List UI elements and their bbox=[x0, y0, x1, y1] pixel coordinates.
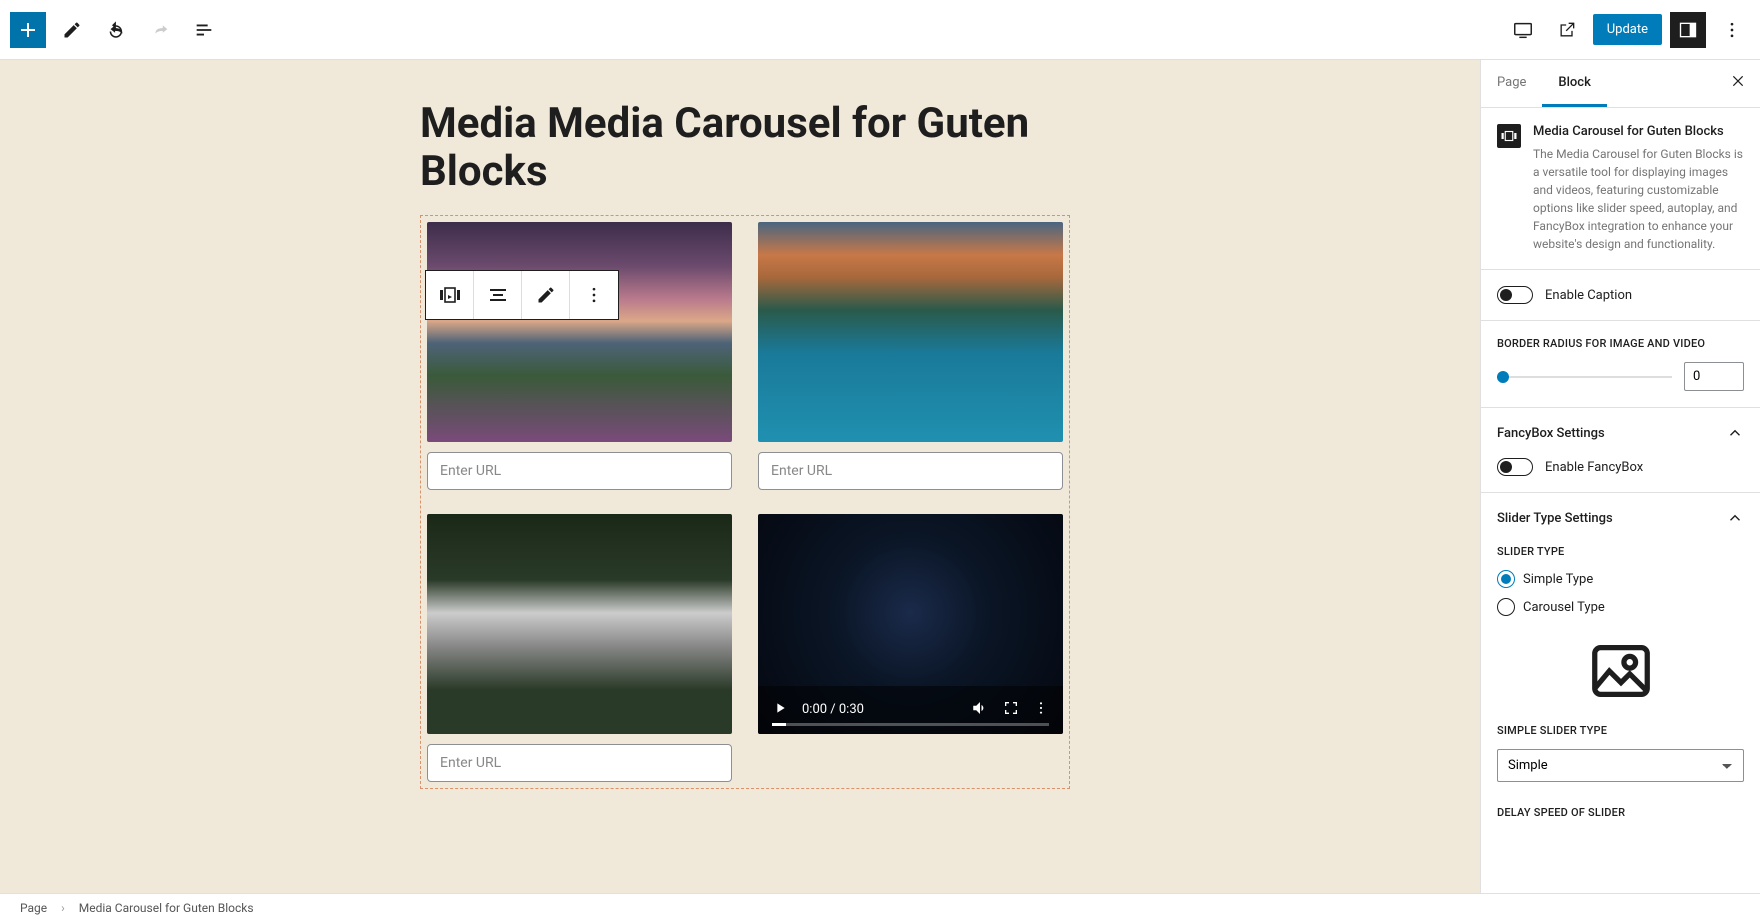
slider-type-label: SLIDER TYPE bbox=[1497, 545, 1744, 558]
block-more-button[interactable] bbox=[570, 271, 618, 319]
breadcrumb: Page › Media Carousel for Guten Blocks bbox=[0, 893, 1760, 921]
redo-icon bbox=[149, 19, 171, 41]
view-button[interactable] bbox=[1505, 12, 1541, 48]
carousel-item bbox=[427, 222, 732, 490]
breadcrumb-current[interactable]: Media Carousel for Guten Blocks bbox=[79, 901, 254, 915]
chevron-up-icon bbox=[1726, 424, 1744, 442]
more-vertical-icon bbox=[584, 285, 604, 305]
border-radius-label: BORDER RADIUS FOR IMAGE AND VIDEO bbox=[1497, 337, 1744, 350]
media-thumbnail[interactable] bbox=[427, 514, 732, 734]
desktop-icon bbox=[1512, 19, 1534, 41]
radio-icon bbox=[1497, 570, 1515, 588]
editor-canvas[interactable]: Media Media Carousel for Guten Blocks bbox=[0, 60, 1480, 893]
redo-button[interactable] bbox=[142, 12, 178, 48]
url-input[interactable] bbox=[427, 452, 732, 490]
fancybox-panel-header[interactable]: FancyBox Settings bbox=[1497, 424, 1744, 442]
pencil-icon bbox=[62, 20, 82, 40]
volume-icon[interactable] bbox=[971, 699, 989, 721]
update-button[interactable]: Update bbox=[1593, 14, 1662, 45]
carousel-item bbox=[758, 222, 1063, 490]
list-icon bbox=[193, 19, 215, 41]
radio-label: Simple Type bbox=[1523, 572, 1593, 587]
video-controls: 0:00 / 0:30 bbox=[758, 686, 1063, 734]
enable-fancybox-toggle[interactable] bbox=[1497, 458, 1533, 476]
block-edit-button[interactable] bbox=[522, 271, 570, 319]
slider-type-panel-title: Slider Type Settings bbox=[1497, 511, 1613, 526]
settings-sidebar: Page Block Media Carousel for Guten Bloc… bbox=[1480, 60, 1760, 893]
border-radius-input[interactable] bbox=[1684, 362, 1744, 391]
block-icon bbox=[1497, 124, 1521, 148]
radio-icon bbox=[1497, 598, 1515, 616]
options-button[interactable] bbox=[1714, 12, 1750, 48]
page-title[interactable]: Media Media Carousel for Guten Blocks bbox=[420, 100, 1070, 197]
edit-mode-button[interactable] bbox=[54, 12, 90, 48]
video-progress[interactable] bbox=[772, 723, 1049, 726]
block-type-button[interactable] bbox=[426, 271, 474, 319]
tab-page[interactable]: Page bbox=[1481, 61, 1542, 107]
carousel-block-icon bbox=[438, 283, 462, 307]
url-input[interactable] bbox=[758, 452, 1063, 490]
media-thumbnail[interactable] bbox=[427, 222, 732, 442]
carousel-item: 0:00 / 0:30 bbox=[758, 514, 1063, 782]
media-thumbnail[interactable] bbox=[758, 222, 1063, 442]
video-time: 0:00 / 0:30 bbox=[802, 702, 864, 717]
tab-block[interactable]: Block bbox=[1542, 61, 1606, 107]
play-icon[interactable] bbox=[772, 700, 788, 720]
radio-carousel-type[interactable]: Carousel Type bbox=[1497, 598, 1744, 616]
settings-panel-button[interactable] bbox=[1670, 12, 1706, 48]
block-name: Media Carousel for Guten Blocks bbox=[1533, 124, 1744, 139]
chevron-up-icon bbox=[1726, 509, 1744, 527]
url-input[interactable] bbox=[427, 744, 732, 782]
sidebar-icon bbox=[1678, 20, 1698, 40]
top-toolbar: Update bbox=[0, 0, 1760, 60]
slider-type-panel-header[interactable]: Slider Type Settings bbox=[1497, 509, 1744, 527]
block-align-button[interactable] bbox=[474, 271, 522, 319]
block-toolbar bbox=[425, 270, 619, 320]
image-placeholder-icon bbox=[1586, 636, 1656, 706]
close-icon bbox=[1730, 73, 1746, 89]
radio-label: Carousel Type bbox=[1523, 600, 1605, 615]
pencil-icon bbox=[536, 285, 556, 305]
border-radius-slider[interactable] bbox=[1497, 376, 1672, 378]
block-description: The Media Carousel for Guten Blocks is a… bbox=[1533, 145, 1744, 253]
radio-simple-type[interactable]: Simple Type bbox=[1497, 570, 1744, 588]
enable-fancybox-label: Enable FancyBox bbox=[1545, 460, 1643, 475]
document-overview-button[interactable] bbox=[186, 12, 222, 48]
video-thumbnail[interactable]: 0:00 / 0:30 bbox=[758, 514, 1063, 734]
simple-slider-type-select[interactable]: Simple bbox=[1497, 749, 1744, 782]
chevron-right-icon: › bbox=[61, 901, 65, 915]
close-sidebar-button[interactable] bbox=[1716, 73, 1760, 94]
add-block-button[interactable] bbox=[10, 12, 46, 48]
undo-icon bbox=[105, 19, 127, 41]
external-icon bbox=[1557, 20, 1577, 40]
simple-slider-type-label: SIMPLE SLIDER TYPE bbox=[1497, 724, 1744, 737]
more-vertical-icon bbox=[1722, 20, 1742, 40]
more-vertical-icon[interactable] bbox=[1033, 700, 1049, 720]
align-icon bbox=[486, 283, 510, 307]
fancybox-panel-title: FancyBox Settings bbox=[1497, 426, 1605, 441]
carousel-item bbox=[427, 514, 732, 782]
undo-button[interactable] bbox=[98, 12, 134, 48]
plus-icon bbox=[16, 18, 40, 42]
delay-speed-label: DELAY SPEED OF SLIDER bbox=[1497, 806, 1744, 819]
fullscreen-icon[interactable] bbox=[1003, 700, 1019, 720]
preview-button[interactable] bbox=[1549, 12, 1585, 48]
enable-caption-toggle[interactable] bbox=[1497, 286, 1533, 304]
enable-caption-label: Enable Caption bbox=[1545, 288, 1632, 303]
breadcrumb-root[interactable]: Page bbox=[20, 901, 47, 915]
